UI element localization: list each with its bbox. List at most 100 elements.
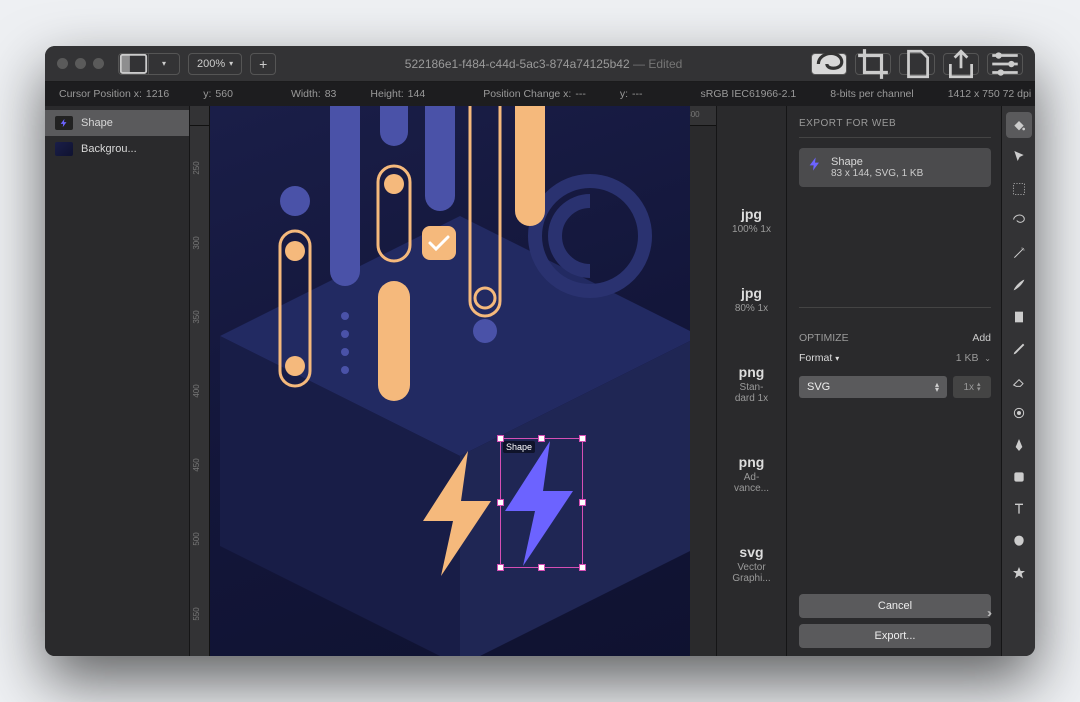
- app-window: ▾ 200% ▾ + 522186e1-f484-c44d-5ac3-874a7…: [45, 46, 1035, 656]
- handle-bl[interactable]: [497, 564, 504, 571]
- lasso-tool-button[interactable]: [811, 53, 847, 75]
- handle-tm[interactable]: [538, 435, 545, 442]
- pen-icon[interactable]: [1006, 432, 1032, 458]
- pencil-icon[interactable]: [1006, 336, 1032, 362]
- eraser-icon[interactable]: [1006, 368, 1032, 394]
- blob-icon[interactable]: [1006, 528, 1032, 554]
- color-profile: sRGB IEC61966-2.1: [701, 88, 797, 100]
- text-icon[interactable]: [1006, 496, 1032, 522]
- chevron-down-icon[interactable]: ⌄: [984, 354, 991, 363]
- canvas-dims: 1412 x 750 72 dpi: [948, 88, 1032, 100]
- scale-value: 1x: [963, 382, 974, 393]
- canvas-art: Shape: [210, 106, 690, 656]
- handle-ml[interactable]: [497, 499, 504, 506]
- main-area: Shape Backgrou... 850 900 950 1000 1050 …: [45, 106, 1035, 656]
- export-button[interactable]: Export...: [799, 624, 991, 648]
- optimize-row: OPTIMIZE Add: [799, 332, 991, 344]
- layers-sidebar: Shape Backgrou...: [45, 106, 190, 656]
- share-button[interactable]: [943, 53, 979, 75]
- paint-bucket-icon[interactable]: [1006, 112, 1032, 138]
- edited-label: — Edited: [633, 57, 682, 71]
- export-preset[interactable]: pngAd- vance...: [734, 454, 769, 494]
- poschg-y-label: y:: [620, 88, 628, 100]
- format-label[interactable]: Format: [799, 352, 832, 364]
- stepper-icon: ▴▾: [977, 382, 981, 392]
- divider: [799, 137, 991, 138]
- document-tool-button[interactable]: [899, 53, 935, 75]
- filename: 522186e1-f484-c44d-5ac3-874a74125b42: [405, 57, 630, 71]
- view-segment[interactable]: ▾: [118, 53, 180, 75]
- expand-icon[interactable]: ››: [987, 606, 989, 620]
- lasso-icon[interactable]: [1006, 208, 1032, 234]
- height-label: Height:: [370, 88, 403, 100]
- handle-mr[interactable]: [579, 499, 586, 506]
- traffic-lights: [57, 58, 104, 69]
- bolt-icon: [807, 156, 823, 177]
- minimize-dot[interactable]: [75, 58, 86, 69]
- artwork-svg: [210, 106, 690, 656]
- fill-icon[interactable]: [1006, 304, 1032, 330]
- card-subtitle: 83 x 144, SVG, 1 KB: [831, 168, 923, 179]
- handle-bm[interactable]: [538, 564, 545, 571]
- bit-depth: 8-bits per channel: [830, 88, 913, 100]
- export-preset[interactable]: jpg100% 1x: [732, 206, 771, 235]
- layer-thumb-bg: [55, 142, 73, 156]
- ruler-vertical: 250 300 350 400 450 500 550: [190, 126, 210, 656]
- toolbar-right: [811, 53, 1023, 75]
- format-value: SVG: [807, 381, 830, 393]
- cursor-y-label: y:: [203, 88, 211, 100]
- info-bar: Cursor Position x: 1216 y: 560 Width: 83…: [45, 82, 1035, 106]
- wand-icon[interactable]: [1006, 240, 1032, 266]
- height-value: 144: [408, 88, 426, 100]
- ruler-corner: [190, 106, 210, 126]
- settings-button[interactable]: [987, 53, 1023, 75]
- zoom-dropdown[interactable]: 200% ▾: [188, 53, 242, 75]
- layer-name: Shape: [81, 117, 113, 129]
- view-chevron-icon[interactable]: ▾: [149, 54, 179, 74]
- close-dot[interactable]: [57, 58, 68, 69]
- stepper-icon: ▴▾: [935, 382, 939, 392]
- selection-box[interactable]: Shape: [500, 438, 583, 568]
- cursor-x-label: Cursor Position x:: [59, 88, 142, 100]
- poschg-x-label: Position Change x:: [483, 88, 571, 100]
- optimize-header: OPTIMIZE: [799, 332, 849, 344]
- star-icon[interactable]: [1006, 560, 1032, 586]
- swirl-icon[interactable]: [1006, 400, 1032, 426]
- cursor-y: 560: [215, 88, 233, 100]
- export-preset[interactable]: svgVector Graphi...: [732, 544, 770, 584]
- document-title: 522186e1-f484-c44d-5ac3-874a74125b42 — E…: [284, 57, 803, 71]
- export-previews: jpg100% 1x jpg80% 1x pngStan- dard 1x pn…: [716, 106, 786, 656]
- layer-background[interactable]: Backgrou...: [45, 136, 189, 162]
- crop-tool-button[interactable]: [855, 53, 891, 75]
- export-card[interactable]: Shape 83 x 144, SVG, 1 KB: [799, 148, 991, 187]
- poschg-x: ---: [575, 88, 586, 100]
- width-label: Width:: [291, 88, 321, 100]
- export-preset[interactable]: jpg80% 1x: [735, 285, 768, 314]
- layer-shape[interactable]: Shape: [45, 110, 189, 136]
- add-link[interactable]: Add: [972, 332, 991, 344]
- handle-br[interactable]: [579, 564, 586, 571]
- layer-name: Backgrou...: [81, 143, 137, 155]
- poschg-y: ---: [632, 88, 643, 100]
- sidebar-toggle-icon[interactable]: [119, 54, 149, 74]
- canvas-viewport[interactable]: 850 900 950 1000 1050 1100 1150 1200 125…: [190, 106, 716, 656]
- export-preset[interactable]: pngStan- dard 1x: [735, 364, 768, 404]
- marquee-icon[interactable]: [1006, 176, 1032, 202]
- width-value: 83: [325, 88, 337, 100]
- titlebar: ▾ 200% ▾ + 522186e1-f484-c44d-5ac3-874a7…: [45, 46, 1035, 82]
- format-controls: SVG ▴▾ 1x ▴▾: [799, 376, 991, 398]
- handle-tr[interactable]: [579, 435, 586, 442]
- export-panel: EXPORT FOR WEB Shape 83 x 144, SVG, 1 KB…: [786, 106, 1001, 656]
- brush-icon[interactable]: [1006, 272, 1032, 298]
- zoom-dot[interactable]: [93, 58, 104, 69]
- cursor-x: 1216: [146, 88, 169, 100]
- chevron-down-icon: ▾: [229, 59, 233, 68]
- cancel-button[interactable]: Cancel: [799, 594, 991, 618]
- file-size: 1 KB ⌄: [956, 352, 991, 364]
- handle-tl[interactable]: [497, 435, 504, 442]
- arrow-cursor-icon[interactable]: [1006, 144, 1032, 170]
- shape-icon[interactable]: [1006, 464, 1032, 490]
- add-button[interactable]: +: [250, 53, 276, 75]
- scale-select[interactable]: 1x ▴▾: [953, 376, 991, 398]
- format-select[interactable]: SVG ▴▾: [799, 376, 947, 398]
